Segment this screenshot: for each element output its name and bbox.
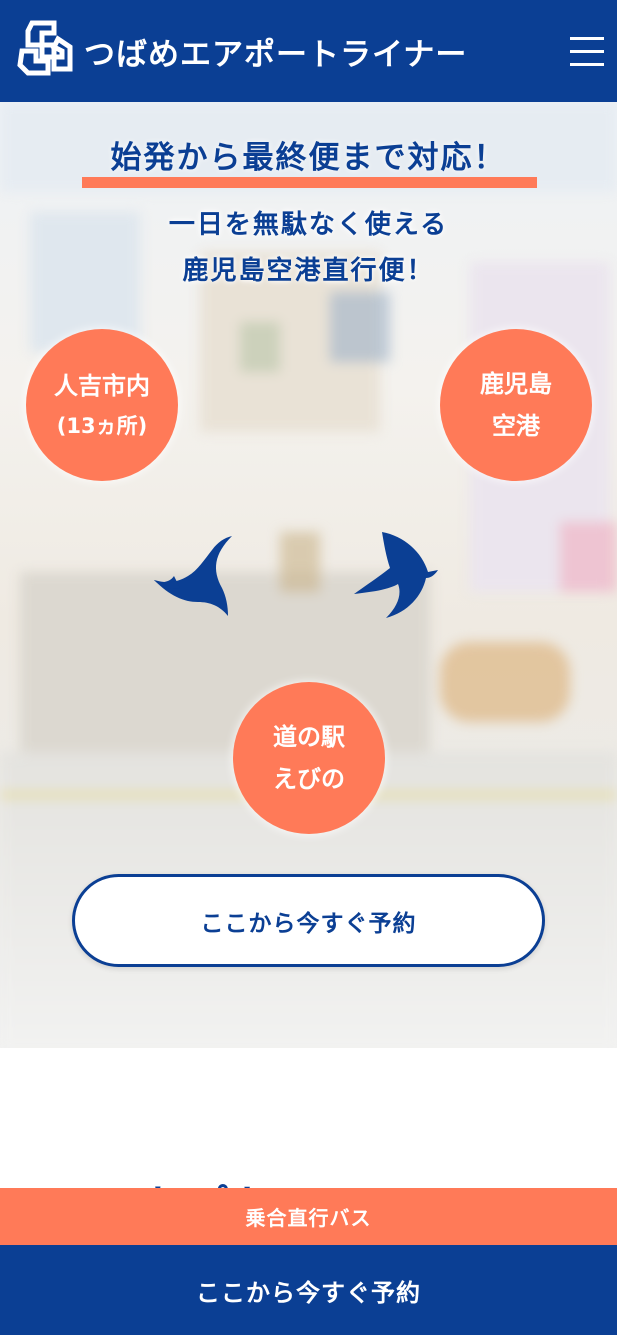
bottom-reserve-button[interactable]: ここから今すぐ予約 [0, 1245, 617, 1335]
stop-name-2: えびの [273, 765, 345, 793]
stop-name: 道の駅 [273, 723, 345, 751]
stop-name-2: 空港 [492, 412, 540, 440]
hero-title-underline [82, 177, 537, 188]
stop-name: 鹿児島 [480, 370, 552, 398]
stop-name: 人吉市内 [54, 372, 150, 400]
service-type-tag: 乗合直行バス [0, 1188, 617, 1245]
stop-note: (13ヵ所) [56, 414, 148, 438]
hamburger-menu-button[interactable] [566, 34, 606, 68]
hero-title: 始発から最終便まで対応！ [110, 140, 507, 176]
stop-circle-michinoeki-ebino: 道の駅 えびの [233, 682, 385, 834]
swallow-bird-icon [354, 532, 438, 618]
fixed-bottom-bar: 乗合直行バス ここから今すぐ予約 [0, 1188, 617, 1335]
hamburger-menu-icon [570, 37, 604, 66]
brand-logo-icon[interactable] [14, 17, 76, 79]
hero-subtitle-line2: 鹿児島空港直行便！ [182, 256, 435, 286]
site-header: つばめエアポートライナー [0, 0, 617, 102]
stop-circle-kagoshima-airport: 鹿児島 空港 [440, 329, 592, 481]
hero-subtitle-line1: 一日を無駄なく使える [168, 210, 449, 240]
stop-circle-hitoyoshi: 人吉市内 (13ヵ所) [26, 329, 178, 481]
brand-name[interactable]: つばめエアポートライナー [84, 29, 467, 74]
hero-reserve-button[interactable]: ここから今すぐ予約 [72, 874, 545, 967]
swallow-bird-icon [154, 536, 232, 616]
hero-section: 始発から最終便まで対応！ 一日を無駄なく使える 鹿児島空港直行便！ 人吉市内 (… [0, 102, 617, 1048]
